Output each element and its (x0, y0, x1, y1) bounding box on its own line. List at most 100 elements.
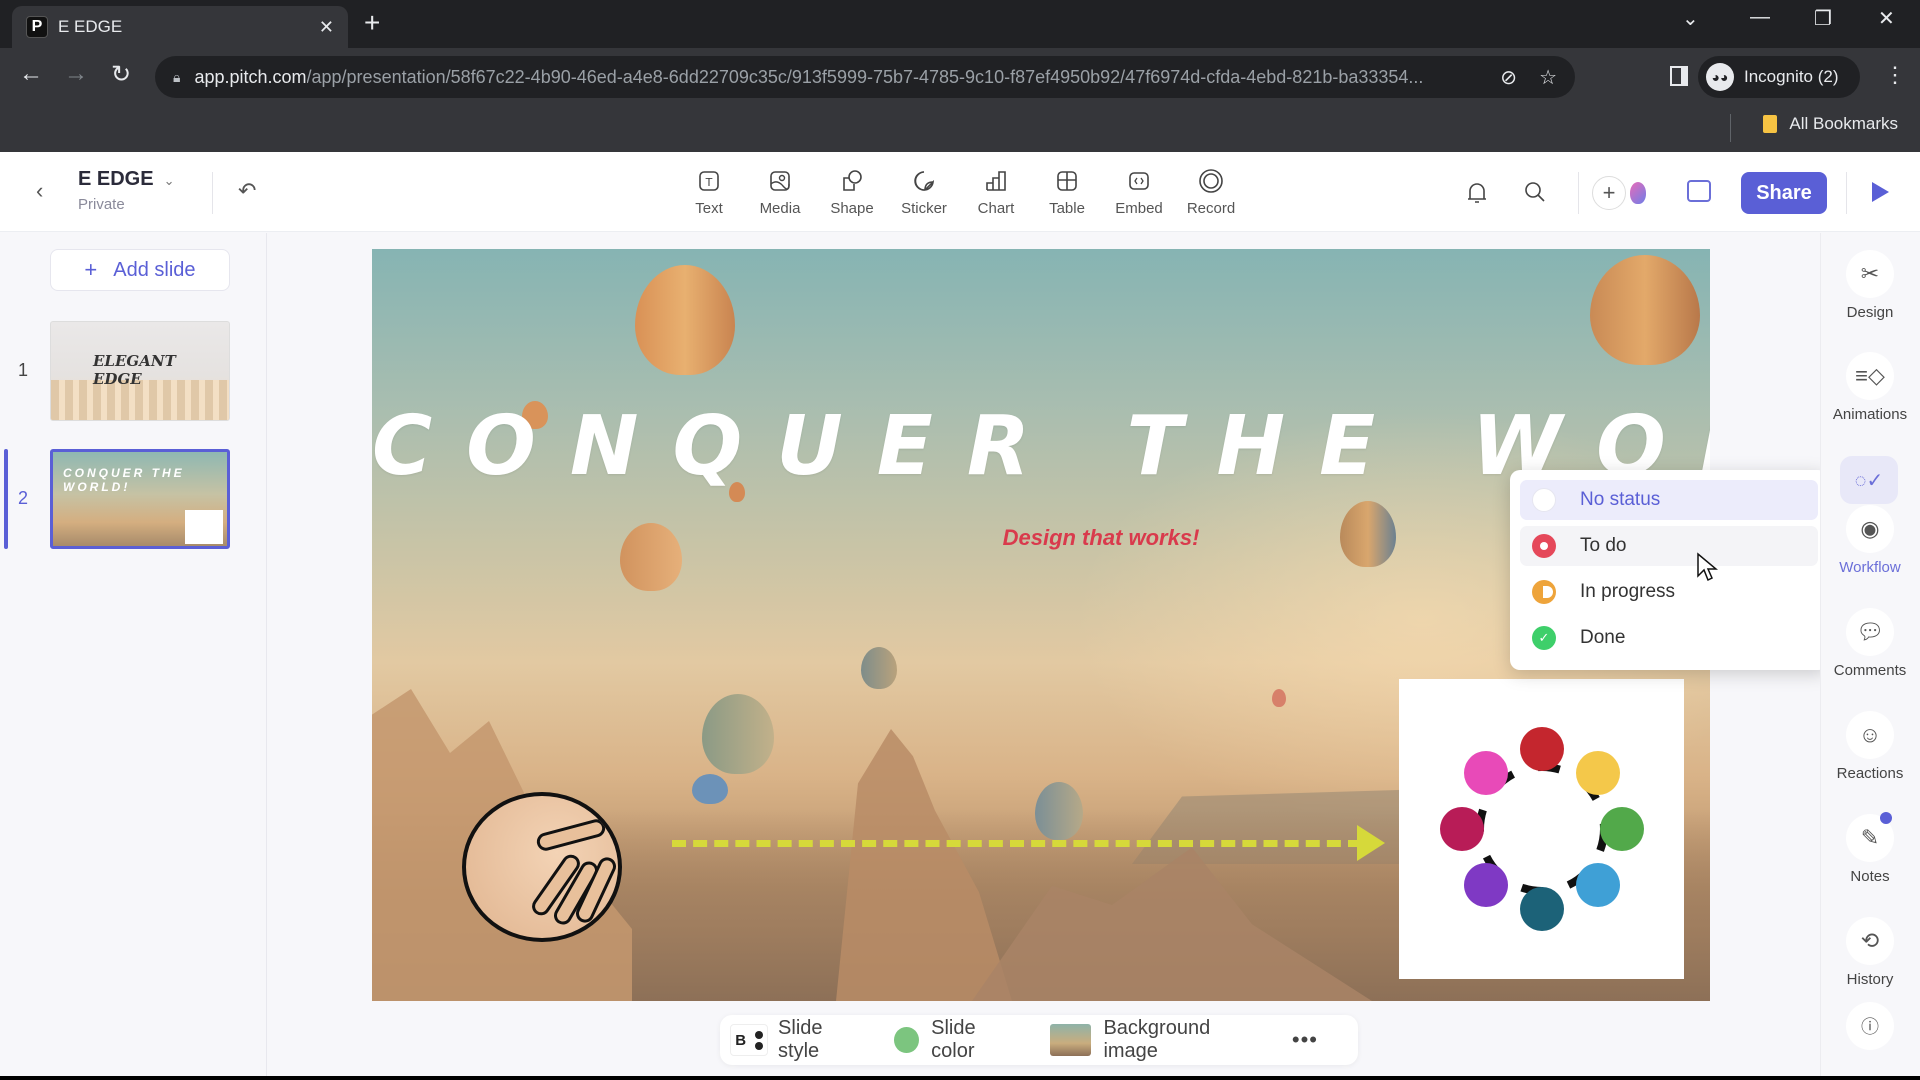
bookmarks-divider (1730, 114, 1731, 142)
slide-color-button[interactable]: Slide color (894, 1017, 1019, 1063)
rail-label: Comments (1833, 662, 1907, 679)
slide-style-label: Slide style (778, 1017, 823, 1062)
thumbnail-title: CONQUER THE WORLD! (63, 466, 185, 494)
reload-icon[interactable]: ↻ (106, 60, 136, 89)
to-do-dot-icon (1532, 534, 1556, 558)
close-tab-icon[interactable]: ✕ (319, 17, 334, 38)
status-option-no-status[interactable]: No status (1520, 480, 1818, 520)
rail-history[interactable]: ⟲ History (1820, 917, 1920, 988)
profile-button[interactable]: ◕◕ Incognito (2) (1698, 56, 1860, 98)
side-panel-icon[interactable] (1670, 66, 1688, 86)
rail-comments[interactable]: 💬︎ Comments (1820, 608, 1920, 679)
handshake-image[interactable] (462, 792, 622, 942)
balloon (1035, 782, 1083, 840)
rail-reactions[interactable]: ☺ Reactions (1820, 711, 1920, 782)
browser-menu-icon[interactable]: ⋮ (1884, 62, 1906, 88)
background-image-button[interactable]: Background image (1049, 1017, 1262, 1063)
style-letter: B (735, 1031, 747, 1049)
rail-animations[interactable]: ≡◇ Animations (1820, 352, 1920, 423)
incognito-icon: ◕◕ (1706, 63, 1734, 91)
workflow-status-menu: No status To do In progress ✓ Done (1510, 470, 1828, 670)
tool-label: Sticker (901, 200, 947, 217)
minimize-button[interactable]: — (1750, 6, 1770, 29)
undo-icon[interactable]: ↶ (238, 178, 256, 204)
presentation-title[interactable]: E EDGE ⌄ (78, 168, 174, 191)
toolbar-divider (1578, 172, 1579, 214)
balloon (1272, 689, 1286, 707)
media-icon (767, 168, 793, 194)
analytics-icon[interactable] (1687, 180, 1711, 202)
slide-color-label: Slide color (931, 1017, 976, 1062)
back-arrow-icon[interactable]: ← (16, 60, 46, 88)
tool-sticker[interactable]: Sticker (889, 168, 959, 217)
all-bookmarks-button[interactable]: All Bookmarks (1763, 114, 1898, 134)
thumbnail-logo-image (185, 510, 223, 544)
balloon (702, 694, 774, 774)
close-window-button[interactable]: ✕ (1878, 6, 1895, 31)
url-host: app.pitch.com (194, 66, 307, 87)
logo-person-pink (1464, 751, 1508, 795)
invite-plus-button[interactable]: + (1592, 176, 1626, 210)
tool-embed[interactable]: Embed (1104, 168, 1174, 217)
tool-media[interactable]: Media (745, 168, 815, 217)
rail-notes[interactable]: ✎ Notes (1820, 814, 1920, 885)
logo-person-teal (1520, 887, 1564, 931)
logo-person-purple (1464, 863, 1508, 907)
eye-off-icon[interactable]: ⊘ (1500, 65, 1517, 90)
present-play-icon[interactable] (1872, 182, 1889, 202)
tool-table[interactable]: Table (1032, 168, 1102, 217)
bookmark-star-icon[interactable]: ☆ (1539, 65, 1557, 90)
rail-label: History (1846, 971, 1894, 988)
tool-record[interactable]: Record (1176, 168, 1246, 217)
pitch-favicon-icon: P (26, 16, 48, 38)
screen-edge (0, 1076, 1920, 1080)
status-option-label: In progress (1580, 581, 1676, 602)
rail-workflow[interactable]: ◉ Workflow (1820, 505, 1920, 576)
dashed-arrow-line[interactable] (672, 840, 1362, 847)
lock-icon: 🔒︎ (173, 68, 181, 85)
browser-tab[interactable]: P E EDGE ✕ (12, 6, 348, 48)
status-option-label: To do (1580, 535, 1627, 556)
forward-arrow-icon[interactable]: → (61, 60, 91, 88)
tool-shape[interactable]: Shape (817, 168, 887, 217)
status-option-done[interactable]: ✓ Done (1520, 618, 1818, 658)
rail-help[interactable]: ⓘ (1820, 1002, 1920, 1050)
history-icon: ⟲ (1846, 917, 1894, 965)
team-circle-logo (1440, 727, 1644, 931)
collaborator-avatar-icon[interactable] (1630, 182, 1646, 204)
slide-style-button[interactable]: B Slide style (730, 1017, 864, 1063)
more-options-icon[interactable]: ••• (1292, 1027, 1318, 1053)
address-bar[interactable]: 🔒︎ app.pitch.com /app/presentation/58f67… (155, 56, 1575, 98)
rail-label: Design (1846, 304, 1894, 321)
slide-number: 1 (18, 360, 29, 380)
slide-thumbnail-1[interactable]: ELEGANT EDGE (50, 321, 230, 421)
logo-person-lightblue (1576, 863, 1620, 907)
slide-thumbnail-2[interactable]: CONQUER THE WORLD! (50, 449, 230, 549)
rail-design[interactable]: ✂ Design (1820, 250, 1920, 321)
search-icon[interactable] (1523, 180, 1547, 210)
tool-chart[interactable]: Chart (961, 168, 1031, 217)
tool-text[interactable]: T Text (674, 168, 744, 217)
status-option-to-do[interactable]: To do (1520, 526, 1818, 566)
help-icon: ⓘ (1846, 1002, 1894, 1050)
tool-label: Text (695, 200, 723, 217)
new-tab-button[interactable]: + (364, 8, 380, 38)
notifications-bell-icon[interactable] (1465, 180, 1489, 212)
logo-person-crimson (1440, 807, 1484, 851)
sticker-icon (911, 168, 937, 194)
add-slide-button[interactable]: + Add slide (50, 249, 230, 291)
back-chevron-icon[interactable]: ‹ (36, 178, 43, 204)
chevron-down-icon[interactable]: ⌄ (164, 173, 175, 188)
tab-search-chevron-icon[interactable]: ⌄ (1682, 6, 1699, 31)
toolbar-divider (1846, 172, 1847, 214)
share-button[interactable]: Share (1741, 172, 1827, 214)
no-status-dot-icon (1532, 488, 1556, 512)
status-option-in-progress[interactable]: In progress (1520, 572, 1818, 612)
tool-label: Chart (977, 200, 1015, 217)
thumbnail-title: ELEGANT EDGE (93, 352, 176, 388)
restore-button[interactable]: ❐ (1814, 6, 1832, 31)
tool-label: Table (1049, 200, 1085, 217)
slide-style-icon: B (730, 1024, 769, 1056)
shape-icon (839, 168, 865, 194)
workflow-status-check-icon[interactable]: ◌✓ (1840, 456, 1898, 504)
